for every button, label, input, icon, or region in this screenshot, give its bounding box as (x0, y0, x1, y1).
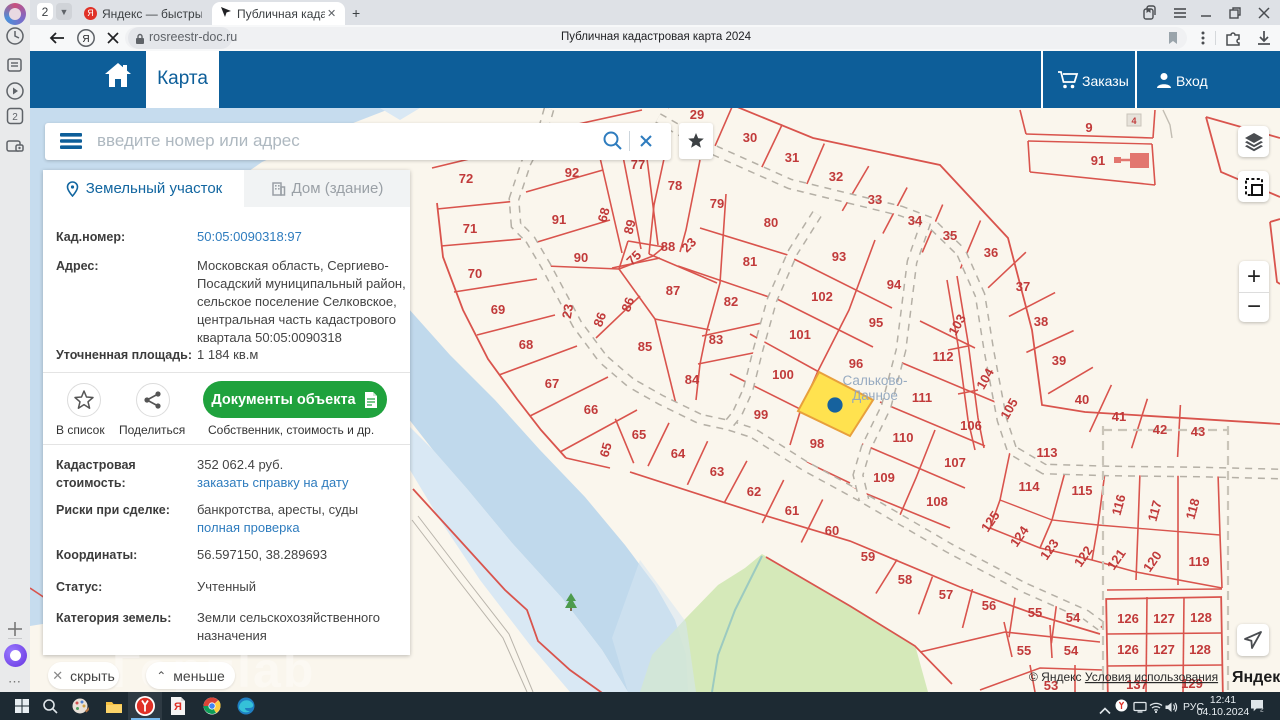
svg-text:41: 41 (1112, 409, 1126, 424)
svg-text:Я: Я (174, 701, 182, 713)
svg-text:92: 92 (565, 165, 579, 180)
svg-text:Яндекс: Яндекс (1232, 669, 1280, 686)
svg-text:30: 30 (743, 130, 757, 145)
svg-text:61: 61 (785, 503, 799, 518)
svg-text:36: 36 (984, 245, 998, 260)
svg-text:83: 83 (709, 332, 723, 347)
svg-text:109: 109 (873, 470, 895, 485)
svg-text:67: 67 (545, 376, 559, 391)
svg-text:128: 128 (1190, 610, 1212, 625)
svg-text:29: 29 (690, 108, 704, 122)
svg-text:4: 4 (1131, 116, 1136, 126)
svg-text:93: 93 (832, 249, 846, 264)
svg-text:2: 2 (1260, 707, 1264, 713)
svg-text:56: 56 (982, 598, 996, 613)
svg-text:23: 23 (559, 303, 576, 320)
svg-text:71: 71 (463, 221, 477, 236)
svg-text:59: 59 (861, 549, 875, 564)
svg-text:69: 69 (491, 302, 505, 317)
svg-text:Я: Я (82, 34, 89, 45)
svg-text:42: 42 (1153, 422, 1167, 437)
svg-text:113: 113 (1037, 445, 1058, 460)
svg-text:126: 126 (1117, 611, 1139, 626)
svg-text:9: 9 (1085, 120, 1092, 135)
svg-text:111: 111 (912, 390, 932, 405)
svg-text:102: 102 (811, 289, 833, 304)
svg-text:79: 79 (710, 196, 724, 211)
svg-text:40: 40 (1075, 392, 1089, 407)
svg-text:Сальково-: Сальково- (843, 373, 908, 388)
svg-text:© Яндекс Условия использования: © Яндекс Условия использования (1029, 670, 1218, 684)
svg-text:96: 96 (849, 356, 863, 371)
svg-text:91: 91 (1091, 153, 1105, 168)
svg-text:84: 84 (685, 372, 700, 387)
svg-text:54: 54 (1066, 610, 1081, 625)
svg-text:57: 57 (939, 587, 953, 602)
svg-text:126: 126 (1117, 642, 1139, 657)
svg-text:38: 38 (1034, 314, 1048, 329)
svg-text:107: 107 (944, 455, 966, 470)
svg-text:91: 91 (552, 212, 566, 227)
svg-text:65: 65 (632, 427, 646, 442)
svg-text:55: 55 (1017, 643, 1031, 658)
svg-text:81: 81 (743, 254, 757, 269)
svg-text:34: 34 (908, 213, 923, 228)
svg-text:37: 37 (1016, 279, 1030, 294)
svg-text:58: 58 (898, 572, 912, 587)
svg-text:80: 80 (764, 215, 778, 230)
svg-text:119: 119 (1189, 554, 1210, 569)
svg-text:62: 62 (747, 484, 761, 499)
svg-text:128: 128 (1189, 642, 1211, 657)
svg-text:87: 87 (666, 283, 680, 298)
svg-text:33: 33 (868, 192, 882, 207)
svg-text:32: 32 (829, 169, 843, 184)
svg-text:64: 64 (671, 446, 686, 461)
svg-text:66: 66 (584, 402, 598, 417)
svg-text:99: 99 (754, 407, 768, 422)
svg-text:72: 72 (459, 171, 473, 186)
svg-text:Дачное: Дачное (852, 388, 898, 403)
svg-text:88: 88 (661, 239, 675, 254)
svg-text:43: 43 (1191, 424, 1205, 439)
svg-text:70: 70 (468, 266, 482, 281)
svg-text:2: 2 (12, 112, 18, 123)
svg-text:78: 78 (668, 178, 682, 193)
svg-text:60: 60 (825, 523, 839, 538)
svg-text:101: 101 (789, 327, 811, 342)
svg-text:63: 63 (710, 464, 724, 479)
svg-text:98: 98 (810, 436, 824, 451)
svg-text:35: 35 (943, 228, 957, 243)
svg-text:108: 108 (926, 494, 948, 509)
svg-text:114: 114 (1019, 479, 1041, 494)
svg-text:55: 55 (1028, 605, 1042, 620)
svg-text:85: 85 (638, 339, 652, 354)
svg-text:95: 95 (869, 315, 883, 330)
svg-text:112: 112 (933, 349, 954, 364)
svg-text:127: 127 (1153, 611, 1175, 626)
svg-text:54: 54 (1064, 643, 1079, 658)
svg-text:31: 31 (785, 150, 799, 165)
svg-text:115: 115 (1072, 483, 1093, 498)
svg-text:82: 82 (724, 294, 738, 309)
svg-text:110: 110 (893, 430, 914, 445)
svg-text:39: 39 (1052, 353, 1066, 368)
svg-text:127: 127 (1153, 642, 1175, 657)
svg-text:94: 94 (887, 277, 902, 292)
svg-text:106: 106 (960, 418, 982, 433)
svg-text:90: 90 (574, 250, 588, 265)
svg-text:100: 100 (772, 367, 794, 382)
svg-text:68: 68 (519, 337, 533, 352)
